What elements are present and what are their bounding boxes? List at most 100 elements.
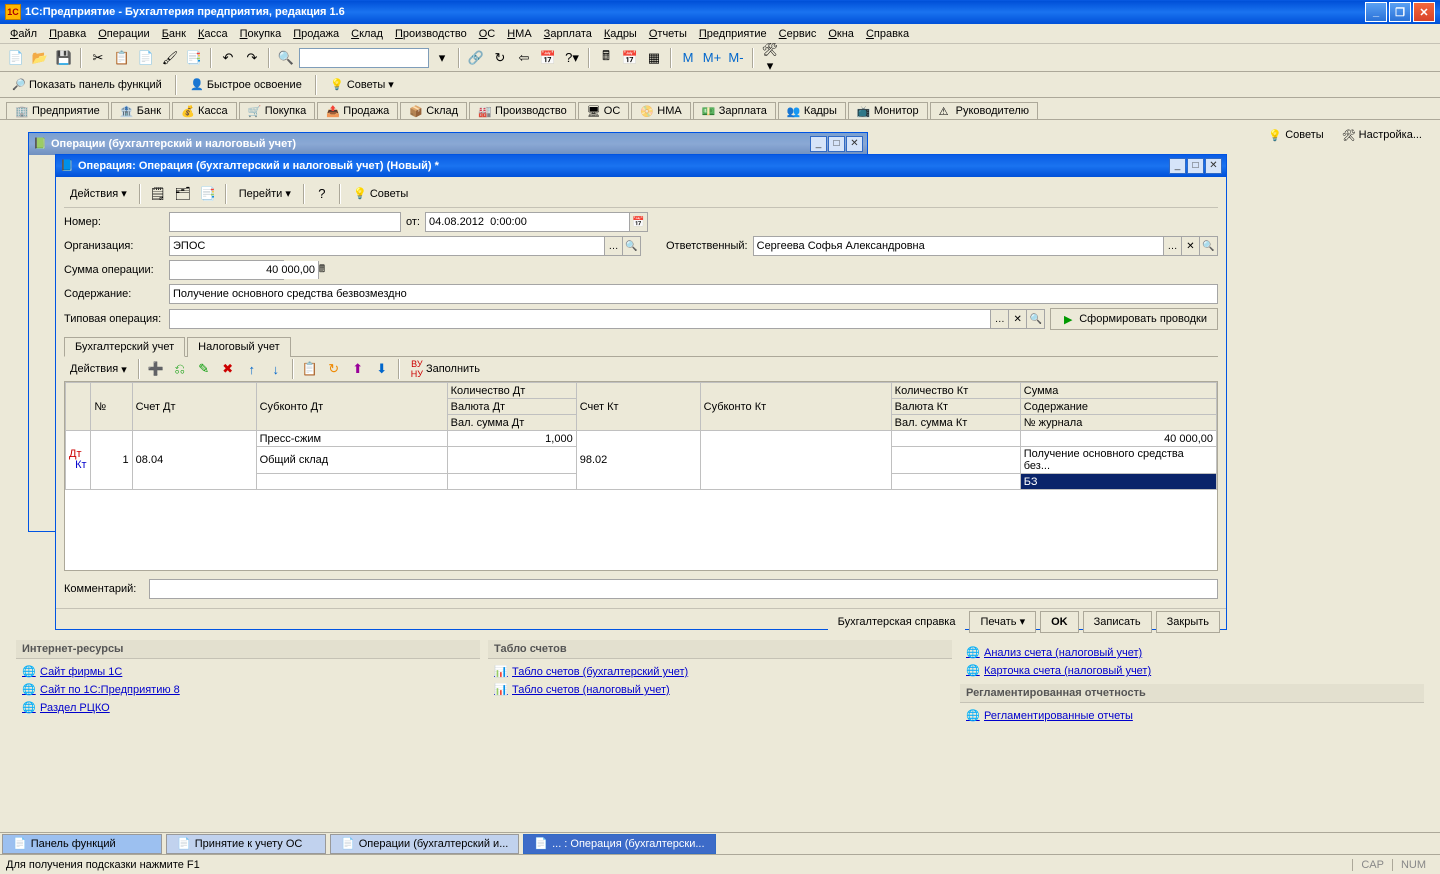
navtab-3[interactable]: 🛒Покупка <box>239 102 316 119</box>
dlg-min-icon[interactable]: _ <box>1169 158 1186 174</box>
org-select-icon[interactable]: … <box>604 237 622 255</box>
menu-5[interactable]: Покупка <box>234 26 288 42</box>
navtab-5[interactable]: 📦Склад <box>400 102 467 119</box>
navtab-6[interactable]: 🏭Производство <box>469 102 576 119</box>
grid-download-icon[interactable]: ⬇ <box>371 358 393 380</box>
add-row-icon[interactable]: ➕ <box>145 358 167 380</box>
selected-cell[interactable]: БЗ <box>1020 474 1216 490</box>
ok-button[interactable]: OK <box>1040 611 1079 633</box>
panel-righttop-link-1[interactable]: 🌐Карточка счета (налоговый учет) <box>966 662 1418 680</box>
panel-internet-link-0[interactable]: 🌐Сайт фирмы 1С <box>22 663 474 681</box>
navtab-8[interactable]: 📀НМА <box>631 102 690 119</box>
input-sum[interactable] <box>170 261 318 279</box>
input-resp[interactable] <box>754 237 1163 255</box>
navtab-7[interactable]: 🖥ОС <box>578 102 630 119</box>
print-button[interactable]: Печать ▾ <box>969 611 1036 633</box>
menu-6[interactable]: Продажа <box>287 26 345 42</box>
paste2-icon[interactable]: 📑 <box>183 47 205 69</box>
menu-10[interactable]: НМА <box>501 26 537 42</box>
resp-search-icon[interactable]: 🔍 <box>1199 237 1217 255</box>
cut-icon[interactable]: ✂ <box>87 47 109 69</box>
panel-reg-link-0[interactable]: 🌐Регламентированные отчеты <box>966 707 1418 725</box>
menu-14[interactable]: Предприятие <box>693 26 773 42</box>
save-button[interactable]: Записать <box>1083 611 1152 633</box>
advice-tips-button[interactable]: 💡Советы <box>1262 124 1329 146</box>
m-minus-icon[interactable]: М- <box>725 47 747 69</box>
make-entries-button[interactable]: ▶Сформировать проводки <box>1050 308 1218 330</box>
typeop-clear-icon[interactable]: ✕ <box>1008 310 1026 328</box>
help-icon[interactable]: ?▾ <box>561 47 583 69</box>
menu-8[interactable]: Производство <box>389 26 473 42</box>
menu-0[interactable]: Файл <box>4 26 43 42</box>
redo-icon[interactable]: ↷ <box>241 47 263 69</box>
input-content[interactable] <box>169 284 1218 304</box>
calendar-picker-icon[interactable]: 📅 <box>629 213 647 231</box>
bg-close-icon[interactable]: ✕ <box>846 136 863 152</box>
menu-2[interactable]: Операции <box>92 26 155 42</box>
task-btn-2[interactable]: 📄Операции (бухгалтерский и... <box>330 834 519 854</box>
typeop-select-icon[interactable]: … <box>990 310 1008 328</box>
goto-dropdown[interactable]: Перейти ▾ <box>233 183 297 205</box>
back-icon[interactable]: ⇦ <box>513 47 535 69</box>
calc-picker-icon[interactable]: 🖩 <box>318 261 325 279</box>
bg-window-title[interactable]: 📗 Операции (бухгалтерский и налоговый уч… <box>29 133 867 155</box>
calendar-icon[interactable]: 📅 <box>537 47 559 69</box>
input-org[interactable] <box>170 237 604 255</box>
bg-max-icon[interactable]: □ <box>828 136 845 152</box>
grid-upload-icon[interactable]: ⬆ <box>347 358 369 380</box>
navtab-1[interactable]: 🏦Банк <box>111 102 170 119</box>
m-icon[interactable]: М <box>677 47 699 69</box>
calc-icon[interactable]: 🖩 <box>595 47 617 69</box>
dropdown-icon[interactable]: ▾ <box>431 47 453 69</box>
tab-bu[interactable]: Бухгалтерский учет <box>64 337 185 357</box>
panel-tablo-link-1[interactable]: 📊Табло счетов (налоговый учет) <box>494 681 946 699</box>
task-btn-3[interactable]: 📄... : Операция (бухгалтерски... <box>523 834 715 854</box>
actions-dropdown[interactable]: Действия ▾ <box>64 183 133 205</box>
tool-icon[interactable]: 🛠▾ <box>759 47 781 69</box>
panel-righttop-link-0[interactable]: 🌐Анализ счета (налоговый учет) <box>966 644 1418 662</box>
fill-button[interactable]: ВУНУ Заполнить <box>405 358 486 380</box>
grid-copy-icon[interactable]: 📋 <box>299 358 321 380</box>
navtab-4[interactable]: 📤Продажа <box>317 102 398 119</box>
navtab-9[interactable]: 💵Зарплата <box>693 102 776 119</box>
navtab-10[interactable]: 👥Кадры <box>778 102 846 119</box>
resp-select-icon[interactable]: … <box>1163 237 1181 255</box>
menu-12[interactable]: Кадры <box>598 26 643 42</box>
undo-icon[interactable]: ↶ <box>217 47 239 69</box>
dlg-close-icon[interactable]: ✕ <box>1205 158 1222 174</box>
delete-row-icon[interactable]: ✖ <box>217 358 239 380</box>
quick-start-button[interactable]: 👤Быстрое освоение <box>184 74 308 96</box>
search-icon[interactable]: 🔍 <box>275 47 297 69</box>
show-panel-button[interactable]: 🔎Показать панель функций <box>6 74 168 96</box>
copy-icon[interactable]: 📋 <box>111 47 133 69</box>
grid-actions-dropdown[interactable]: Действия ▾ <box>64 358 133 380</box>
refresh-icon[interactable]: ↻ <box>489 47 511 69</box>
tips-button[interactable]: 💡Советы ▾ <box>324 74 400 96</box>
help-form-icon[interactable]: ? <box>311 183 333 205</box>
m-plus-icon[interactable]: М+ <box>701 47 723 69</box>
input-date[interactable] <box>426 213 629 231</box>
close-button[interactable]: ✕ <box>1413 2 1435 22</box>
menu-3[interactable]: Банк <box>156 26 192 42</box>
org-search-icon[interactable]: 🔍 <box>622 237 640 255</box>
tab-nu[interactable]: Налоговый учет <box>187 337 291 357</box>
dlg-max-icon[interactable]: □ <box>1187 158 1204 174</box>
resp-clear-icon[interactable]: ✕ <box>1181 237 1199 255</box>
menu-4[interactable]: Касса <box>192 26 234 42</box>
navtab-12[interactable]: ⚠Руководителю <box>930 102 1038 119</box>
menu-16[interactable]: Окна <box>822 26 860 42</box>
copy-form-icon[interactable]: 📑 <box>197 183 219 205</box>
panel-tablo-link-0[interactable]: 📊Табло счетов (бухгалтерский учет) <box>494 663 946 681</box>
link-icon[interactable]: 🔗 <box>465 47 487 69</box>
edit-row-icon[interactable]: ✎ <box>193 358 215 380</box>
close-dialog-button[interactable]: Закрыть <box>1156 611 1220 633</box>
down-icon[interactable]: ↓ <box>265 358 287 380</box>
up-icon[interactable]: ↑ <box>241 358 263 380</box>
book-ref-button[interactable]: Бухгалтерская справка <box>828 611 966 633</box>
menu-11[interactable]: Зарплата <box>538 26 598 42</box>
date-icon[interactable]: 📅 <box>619 47 641 69</box>
paste-icon[interactable]: 📄 <box>135 47 157 69</box>
input-number[interactable] <box>169 212 401 232</box>
navtab-2[interactable]: 💰Касса <box>172 102 237 119</box>
open-icon[interactable]: 📂 <box>29 47 51 69</box>
